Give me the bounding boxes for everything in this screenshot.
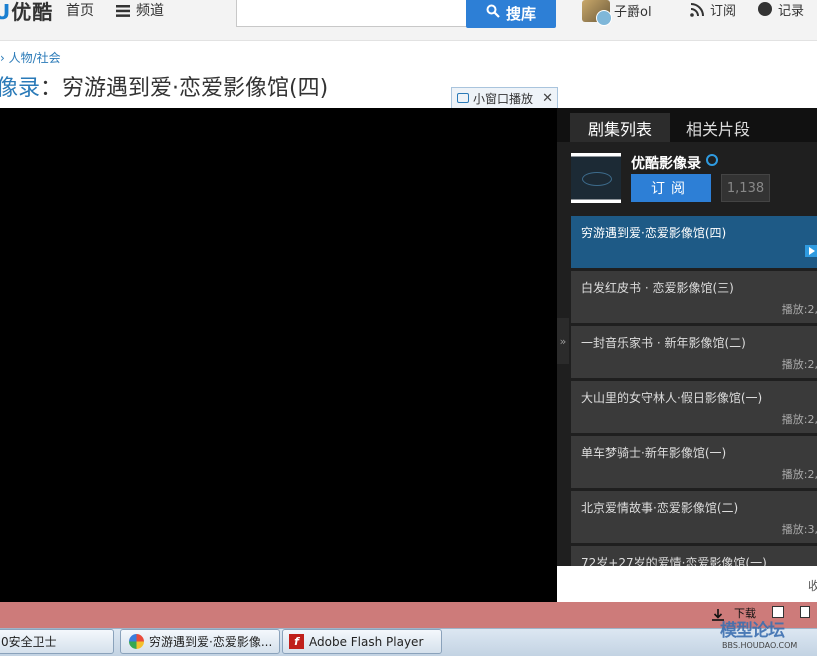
- tab-related-clips[interactable]: 相关片段: [686, 113, 750, 142]
- sidebar-footer: [557, 566, 817, 602]
- sidebar-collapse-handle[interactable]: »: [557, 318, 569, 364]
- search-button-label: 搜库: [505, 4, 536, 23]
- forum-watermark: 模型论坛: [720, 621, 785, 641]
- episode-title: 北京爱情故事·恋爱影像馆(二): [581, 501, 739, 515]
- mini-window-play-button[interactable]: 小窗口播放 ✕: [451, 87, 558, 109]
- nav-channel-link[interactable]: 频道: [136, 0, 164, 20]
- video-title: 穷游遇到爱·恋爱影像馆(四): [62, 76, 329, 101]
- nav-home-link[interactable]: 首页: [66, 0, 94, 20]
- taskbar-item-flash[interactable]: f Adobe Flash Player: [282, 629, 442, 654]
- history-icon: [758, 2, 772, 16]
- verified-icon: [706, 154, 718, 166]
- sidebar-footer-text[interactable]: 收: [808, 577, 817, 594]
- show-name[interactable]: 优酷影像录: [631, 153, 701, 173]
- show-logo-icon: [582, 172, 612, 186]
- episode-plays: 播放:2,0: [781, 468, 817, 481]
- episode-plays: 播放:2,0: [781, 413, 817, 426]
- flash-player-icon: f: [289, 634, 304, 649]
- mini-window-label: 小窗口播放: [473, 91, 534, 106]
- episode-title: 单车梦骑士·新年影像馆(一): [581, 446, 727, 460]
- episode-plays: 播放:2,4: [781, 303, 817, 316]
- title-separator: ：: [40, 76, 63, 101]
- episode-item[interactable]: 大山里的女守林人·假日影像馆(一) 播放:2,0: [571, 381, 817, 433]
- search-input[interactable]: [236, 0, 468, 27]
- tv-icon: [457, 93, 469, 103]
- taskbar-item-browser[interactable]: 穷游遇到爱·恋爱影像...: [120, 629, 280, 654]
- episode-item[interactable]: 72岁+27岁的爱情·恋爱影像馆(一): [571, 546, 817, 566]
- chevron-right-icon: ›: [0, 51, 5, 65]
- episode-plays: 播放:3,0: [781, 523, 817, 536]
- tab-episode-list[interactable]: 剧集列表: [570, 113, 670, 142]
- subscriber-count: 1,138: [721, 174, 770, 202]
- episode-item[interactable]: 单车梦骑士·新年影像馆(一) 播放:2,0: [571, 436, 817, 488]
- search-button[interactable]: 搜库: [466, 0, 556, 28]
- flash-toolbar: [0, 602, 817, 628]
- taskbar-item-label: 0安全卫士: [1, 635, 57, 649]
- menu-icon: [116, 2, 130, 21]
- breadcrumb-category[interactable]: 人物/社会: [9, 51, 61, 65]
- page-title: 像录：穷游遇到爱·恋爱影像馆(四): [0, 70, 328, 102]
- subscriptions-link[interactable]: 订阅: [710, 0, 736, 19]
- episode-title: 穷游遇到爱·恋爱影像馆(四): [581, 226, 727, 240]
- close-icon[interactable]: ✕: [542, 91, 553, 106]
- taskbar-item-360[interactable]: 0安全卫士: [0, 629, 114, 654]
- episode-title: 一封音乐家书 · 新年影像馆(二): [581, 336, 746, 350]
- episode-title: 白发红皮书 · 恋爱影像馆(三): [581, 281, 734, 295]
- subscribe-button[interactable]: 订阅: [631, 174, 711, 202]
- search-icon: [486, 4, 500, 22]
- episode-item[interactable]: 白发红皮书 · 恋爱影像馆(三) 播放:2,4: [571, 271, 817, 323]
- now-playing-icon: [805, 245, 817, 257]
- episode-item[interactable]: 一封音乐家书 · 新年影像馆(二) 播放:2,0: [571, 326, 817, 378]
- episode-plays: 播放:2,0: [781, 358, 817, 371]
- episode-title: 72岁+27岁的爱情·恋爱影像馆(一): [581, 556, 767, 566]
- forum-watermark-url: BBS.HOUDAO.COM: [722, 641, 798, 650]
- video-player[interactable]: [0, 108, 557, 602]
- channel-name-link[interactable]: 像录: [0, 76, 40, 101]
- breadcrumb[interactable]: › 人物/社会: [0, 49, 61, 66]
- rss-icon: [690, 2, 704, 17]
- history-link[interactable]: 记录: [778, 0, 804, 19]
- username-link[interactable]: 子爵ol: [614, 1, 652, 20]
- user-badge-icon: [596, 10, 612, 26]
- episode-item[interactable]: 穷游遇到爱·恋爱影像馆(四): [571, 216, 817, 268]
- taskbar-item-label: 穷游遇到爱·恋爱影像...: [149, 635, 273, 649]
- episode-title: 大山里的女守林人·假日影像馆(一): [581, 391, 763, 405]
- youku-logo[interactable]: U优酷: [0, 0, 53, 25]
- browser-icon: [129, 634, 144, 649]
- episode-item[interactable]: 北京爱情故事·恋爱影像馆(二) 播放:3,0: [571, 491, 817, 543]
- trash-icon[interactable]: [800, 606, 810, 618]
- taskbar-item-label: Adobe Flash Player: [309, 634, 424, 649]
